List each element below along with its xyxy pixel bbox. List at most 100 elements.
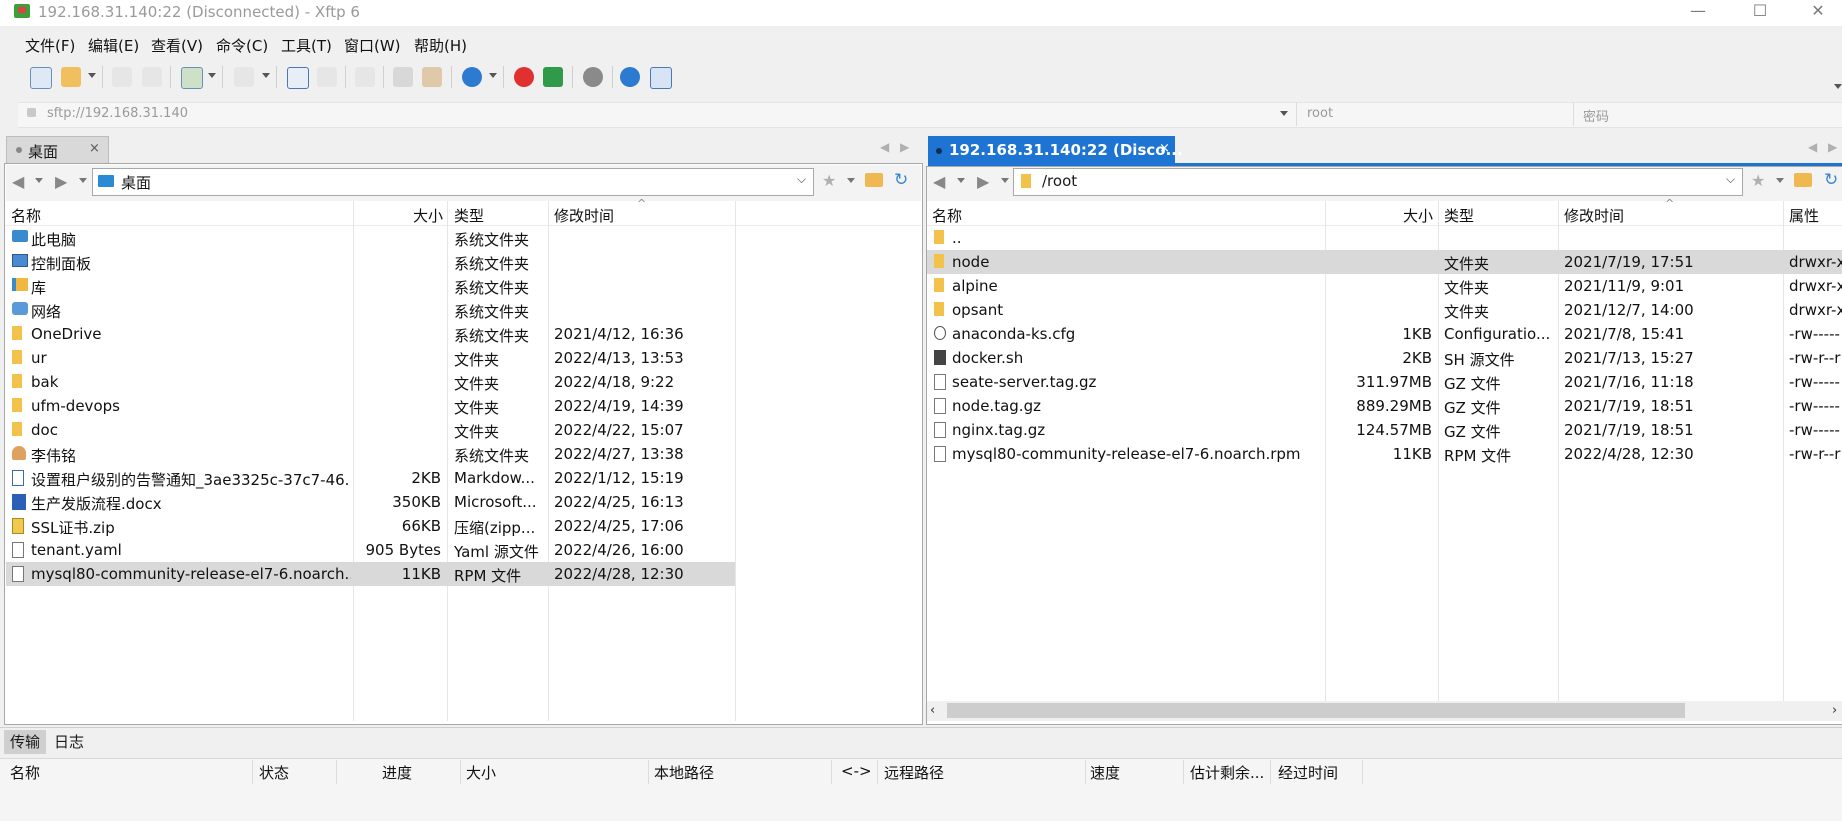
back-icon[interactable]: ◀ bbox=[933, 172, 945, 191]
forward-icon[interactable]: ▶ bbox=[55, 172, 67, 191]
file-icon bbox=[934, 422, 946, 438]
tab-log[interactable]: 日志 bbox=[48, 730, 90, 754]
local-col-type[interactable]: 类型 bbox=[454, 205, 484, 226]
local-col-modified[interactable]: 修改时间 bbox=[554, 205, 614, 226]
close-button[interactable]: ✕ bbox=[1795, 0, 1841, 24]
remote-path-dropdown-icon[interactable]: ⌵ bbox=[1726, 172, 1735, 187]
remote-path-box[interactable] bbox=[1013, 168, 1743, 196]
favorite-star-icon[interactable]: ★ bbox=[822, 171, 836, 190]
forward-dropdown-icon[interactable] bbox=[79, 178, 87, 183]
open-folder-icon[interactable] bbox=[61, 67, 81, 87]
file-type: GZ 文件 bbox=[1444, 423, 1501, 441]
address-input[interactable]: sftp://192.168.31.140 bbox=[47, 106, 188, 121]
remote-col-type[interactable]: 类型 bbox=[1444, 205, 1474, 226]
toolbar-separator bbox=[345, 66, 346, 88]
sync-icon[interactable] bbox=[355, 67, 375, 87]
scroll-right-icon[interactable]: › bbox=[1832, 703, 1837, 718]
menu-window[interactable]: 窗口(W) bbox=[344, 35, 401, 56]
tab-scroll-left-icon[interactable]: ◀ bbox=[1808, 140, 1817, 154]
file-permissions: drwxr-x bbox=[1789, 253, 1842, 271]
file-modified: 2022/4/22, 15:07 bbox=[554, 421, 684, 439]
session-manager-icon[interactable] bbox=[181, 67, 203, 89]
menu-tools[interactable]: 工具(T) bbox=[281, 35, 332, 56]
transfer-col-name[interactable]: 名称 bbox=[10, 762, 40, 783]
home-folder-icon[interactable] bbox=[865, 173, 883, 187]
transfer-col-speed[interactable]: 速度 bbox=[1090, 762, 1120, 783]
tab-close-icon[interactable]: × bbox=[1159, 141, 1170, 156]
file-type: 文件夹 bbox=[1444, 303, 1490, 321]
tab-scroll-left-icon[interactable]: ◀ bbox=[880, 140, 889, 154]
paste-icon[interactable] bbox=[422, 67, 442, 87]
file-name: .. bbox=[952, 229, 962, 247]
username-input[interactable]: root bbox=[1307, 106, 1333, 121]
xshell-icon[interactable] bbox=[514, 67, 534, 87]
address-dropdown-icon[interactable] bbox=[1280, 111, 1288, 116]
back-icon[interactable]: ◀ bbox=[12, 172, 24, 191]
file-permissions: drwxr-x bbox=[1789, 277, 1842, 295]
file-type: Yaml 源文件 bbox=[454, 543, 539, 561]
connect-icon[interactable] bbox=[112, 67, 132, 87]
refresh-icon[interactable]: ↻ bbox=[894, 170, 908, 190]
session-dropdown-icon[interactable] bbox=[208, 73, 216, 78]
transfer-col-direction[interactable]: <-> bbox=[841, 762, 872, 780]
menu-view[interactable]: 查看(V) bbox=[151, 35, 203, 56]
tab-close-icon[interactable]: × bbox=[89, 141, 100, 156]
local-col-size[interactable]: 大小 bbox=[413, 205, 443, 226]
copy-icon[interactable] bbox=[393, 67, 413, 87]
local-path-dropdown-icon[interactable]: ⌵ bbox=[797, 172, 806, 187]
menu-edit[interactable]: 编辑(E) bbox=[88, 35, 139, 56]
favorite-dropdown-icon[interactable] bbox=[1776, 178, 1784, 183]
menu-file[interactable]: 文件(F) bbox=[25, 35, 75, 56]
upload-icon[interactable] bbox=[287, 67, 309, 89]
download-icon[interactable] bbox=[317, 67, 337, 87]
disconnect-icon[interactable] bbox=[142, 67, 162, 87]
remote-hscroll-thumb[interactable] bbox=[947, 703, 1685, 718]
scroll-left-icon[interactable]: ‹ bbox=[930, 703, 935, 718]
file-name: 控制面板 bbox=[31, 255, 92, 273]
remote-col-modified[interactable]: 修改时间 bbox=[1564, 205, 1624, 226]
transfer-col-local-path[interactable]: 本地路径 bbox=[654, 762, 714, 783]
favorite-dropdown-icon[interactable] bbox=[847, 178, 855, 183]
maximize-button[interactable]: ☐ bbox=[1737, 0, 1783, 24]
file-name: node.tag.gz bbox=[952, 397, 1041, 415]
password-input[interactable]: 密码 bbox=[1583, 106, 1609, 125]
refresh-icon[interactable]: ↻ bbox=[1824, 170, 1838, 190]
forward-dropdown-icon[interactable] bbox=[1001, 178, 1009, 183]
local-col-name[interactable]: 名称 bbox=[11, 205, 41, 226]
settings-gear-icon[interactable] bbox=[583, 67, 603, 87]
transfer-col-elapsed[interactable]: 经过时间 bbox=[1278, 762, 1338, 783]
terminal-icon[interactable] bbox=[234, 67, 254, 87]
home-folder-icon[interactable] bbox=[1794, 173, 1812, 187]
chat-icon[interactable] bbox=[650, 67, 672, 89]
local-path-box[interactable] bbox=[92, 168, 814, 196]
favorite-star-icon[interactable]: ★ bbox=[1751, 171, 1765, 190]
open-dropdown-icon[interactable] bbox=[88, 73, 96, 78]
menu-help[interactable]: 帮助(H) bbox=[414, 35, 467, 56]
transfer-col-remote-path[interactable]: 远程路径 bbox=[884, 762, 944, 783]
minimize-button[interactable]: — bbox=[1675, 0, 1721, 24]
xftp-icon[interactable] bbox=[543, 67, 563, 87]
new-session-icon[interactable] bbox=[30, 67, 52, 89]
remote-col-size[interactable]: 大小 bbox=[1403, 205, 1433, 226]
transfer-col-status[interactable]: 状态 bbox=[259, 762, 289, 783]
menu-command[interactable]: 命令(C) bbox=[216, 35, 268, 56]
globe-dropdown-icon[interactable] bbox=[489, 73, 497, 78]
tab-scroll-right-icon[interactable]: ▶ bbox=[900, 140, 909, 154]
back-dropdown-icon[interactable] bbox=[35, 178, 43, 183]
transfer-col-progress[interactable]: 进度 bbox=[382, 762, 412, 783]
file-icon bbox=[12, 566, 24, 582]
remote-col-attr[interactable]: 属性 bbox=[1789, 205, 1819, 226]
transfer-col-remaining[interactable]: 估计剩余... bbox=[1190, 762, 1264, 783]
globe-icon[interactable] bbox=[462, 67, 482, 87]
terminal-dropdown-icon[interactable] bbox=[262, 73, 270, 78]
file-type: 文件夹 bbox=[1444, 255, 1490, 273]
tab-transfer[interactable]: 传输 bbox=[4, 730, 47, 754]
file-name: 库 bbox=[31, 279, 47, 297]
remote-col-name[interactable]: 名称 bbox=[932, 205, 962, 226]
transfer-col-size[interactable]: 大小 bbox=[466, 762, 496, 783]
back-dropdown-icon[interactable] bbox=[957, 178, 965, 183]
forward-icon[interactable]: ▶ bbox=[977, 172, 989, 191]
tab-scroll-right-icon[interactable]: ▶ bbox=[1828, 140, 1837, 154]
help-icon[interactable] bbox=[620, 67, 640, 87]
toolbar-overflow-icon[interactable] bbox=[1834, 84, 1842, 89]
